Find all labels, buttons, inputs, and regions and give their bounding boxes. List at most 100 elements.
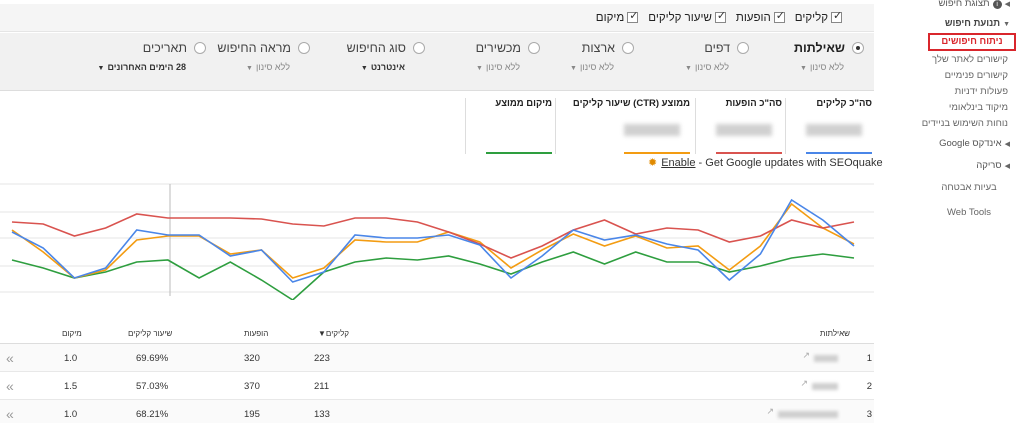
row-number: 1	[866, 353, 872, 364]
cell-impressions: 320	[244, 353, 260, 364]
expand-chevron-icon[interactable]: «	[6, 406, 14, 422]
radio-icon[interactable]	[413, 42, 425, 54]
nav-google-index[interactable]: ◀אינדקס Google	[939, 138, 1010, 149]
seoquake-enable-link[interactable]: Enable	[661, 157, 695, 169]
external-link-icon[interactable]: ↗	[800, 378, 808, 389]
radio-icon[interactable]	[852, 42, 864, 54]
metric-ctr-checkbox[interactable]: שיעור קליקים	[648, 9, 726, 24]
checkbox-icon	[773, 9, 785, 23]
caret-down-icon: ▼	[570, 65, 577, 72]
caret-down-icon: ▼	[685, 65, 692, 72]
queries-table: שאילתות ▼קליקים הופעות שיעור קליקים מיקו…	[0, 320, 874, 423]
radio-icon[interactable]	[528, 42, 540, 54]
nav-search-traffic[interactable]: ▼תנועת חיפוש	[945, 18, 1010, 29]
metric-checkboxes: קליקים הופעות שיעור קליקים מיקום	[0, 4, 874, 32]
row-number: 2	[866, 381, 872, 392]
info-icon: i	[992, 0, 1002, 9]
caret-down-icon: ▼	[97, 65, 105, 72]
nav-mobile-usability[interactable]: נוחות השימוש בניידים	[922, 118, 1008, 129]
radio-icon[interactable]	[737, 42, 749, 54]
divider	[555, 98, 556, 154]
checkbox-icon	[714, 9, 726, 23]
table-header: שאילתות ▼קליקים הופעות שיעור קליקים מיקו…	[0, 320, 874, 344]
caret-down-icon: ▼	[476, 65, 483, 72]
series-line	[11, 251, 855, 300]
metric-position-checkbox[interactable]: מיקום	[596, 9, 639, 24]
metric-impressions-checkbox[interactable]: הופעות	[736, 9, 785, 24]
average-ctr-color	[624, 152, 690, 154]
caret-down-icon: ▼	[800, 65, 807, 72]
cell-clicks: 211	[314, 381, 330, 392]
row-number: 3	[866, 409, 872, 420]
sort-desc-icon: ▼	[318, 329, 326, 338]
table-row[interactable]: 2 ↗ 211 370 57.03% 1.5 «	[0, 372, 874, 400]
divider	[695, 98, 696, 154]
total-clicks: סה"כ קליקים	[790, 98, 872, 154]
nav-international-targeting[interactable]: מיקוד בינלאומי	[949, 102, 1008, 113]
triangle-left-icon: ◀	[1004, 141, 1010, 148]
left-nav: ◀iתצוגת חיפוש ▼תנועת חיפוש ניתוח חיפושים…	[892, 0, 1024, 423]
filter-devices[interactable]: מכשירים ללא סינון▼	[422, 41, 540, 72]
checkbox-icon	[627, 9, 638, 23]
total-clicks-color	[806, 152, 872, 154]
nav-internal-links[interactable]: קישורים פנימיים	[945, 70, 1008, 81]
triangle-down-icon: ▼	[1003, 21, 1010, 28]
cell-position: 1.0	[64, 409, 78, 420]
average-position: מיקום ממוצע	[470, 98, 552, 154]
average-position-color	[486, 152, 552, 154]
checkbox-icon	[831, 9, 842, 23]
col-ctr[interactable]: שיעור קליקים	[128, 329, 172, 338]
nav-links-to-site[interactable]: קישורים לאתר שלך	[932, 54, 1008, 65]
filter-dates[interactable]: תאריכים 28 הימים האחרונים▼	[88, 41, 206, 72]
cell-clicks: 133	[314, 409, 330, 420]
search-analytics-panel: קליקים הופעות שיעור קליקים מיקום שאילתות…	[0, 0, 883, 423]
expand-chevron-icon[interactable]: «	[6, 350, 14, 366]
radio-icon[interactable]	[622, 42, 634, 54]
chart-series	[11, 198, 855, 300]
total-impressions-value-blurred	[716, 124, 772, 136]
filter-search-appearance[interactable]: מראה החיפוש ללא סינון▼	[192, 41, 310, 72]
table-body: 1 ↗ 223 320 69.69% 1.0 « 2 ↗ 211 370 57.03% 1.5 « 3 ↗ 13…	[0, 344, 874, 423]
nav-security-issues[interactable]: בעיות אבטחה	[914, 182, 1024, 193]
average-ctr: שיעור קליקים (CTR) ממוצע	[560, 98, 690, 154]
query-text-blurred[interactable]	[778, 411, 838, 418]
cell-position: 1.5	[64, 381, 78, 392]
cell-impressions: 370	[244, 381, 260, 392]
query-text-blurred[interactable]	[812, 383, 838, 390]
external-link-icon[interactable]: ↗	[766, 406, 774, 417]
col-clicks[interactable]: ▼קליקים	[318, 329, 349, 338]
filter-queries[interactable]: שאילתות ללא סינון▼	[746, 41, 864, 72]
triangle-left-icon: ◀	[1004, 163, 1010, 170]
table-row[interactable]: 1 ↗ 223 320 69.69% 1.0 «	[0, 344, 874, 372]
expand-chevron-icon[interactable]: «	[6, 378, 14, 394]
external-link-icon[interactable]: ↗	[802, 350, 810, 361]
filter-pages[interactable]: דפים ללא סינון▼	[631, 41, 749, 72]
table-row[interactable]: 3 ↗ 133 195 68.21% 1.0 «	[0, 400, 874, 423]
caret-down-icon: ▼	[360, 65, 368, 72]
nav-search-appearance[interactable]: ◀iתצוגת חיפוש	[938, 0, 1010, 9]
query-text-blurred[interactable]	[814, 355, 838, 362]
col-queries[interactable]: שאילתות	[820, 329, 850, 338]
col-impressions[interactable]: הופעות	[244, 329, 268, 338]
cell-ctr: 69.69%	[136, 353, 169, 364]
nav-crawl[interactable]: ◀סריקה	[976, 160, 1010, 171]
divider	[465, 98, 466, 154]
total-impressions: סה"כ הופעות	[700, 98, 782, 154]
radio-icon[interactable]	[194, 42, 206, 54]
total-impressions-color	[716, 152, 782, 154]
col-position[interactable]: מיקום	[62, 329, 82, 338]
filter-search-type[interactable]: סוג החיפוש אינטרנט▼	[307, 41, 425, 72]
average-ctr-value-blurred	[624, 124, 680, 136]
cell-clicks: 223	[314, 353, 330, 364]
nav-search-analytics[interactable]: ניתוח חיפושים	[928, 33, 1016, 51]
seoquake-notice: ✹ Enable - Get Google updates with SEOqua…	[648, 157, 883, 169]
cell-position: 1.0	[64, 353, 78, 364]
nav-web-tools[interactable]: Web Tools	[914, 207, 1024, 218]
cell-ctr: 68.21%	[136, 409, 169, 420]
metric-clicks-checkbox[interactable]: קליקים	[795, 9, 842, 24]
performance-line-chart	[0, 183, 874, 300]
group-by-filters: שאילתות ללא סינון▼ דפים ללא סינון▼ ארצות…	[0, 33, 874, 91]
radio-icon[interactable]	[298, 42, 310, 54]
nav-manual-actions[interactable]: פעולות ידניות	[955, 86, 1008, 97]
seoquake-gear-icon: ✹	[648, 157, 658, 169]
